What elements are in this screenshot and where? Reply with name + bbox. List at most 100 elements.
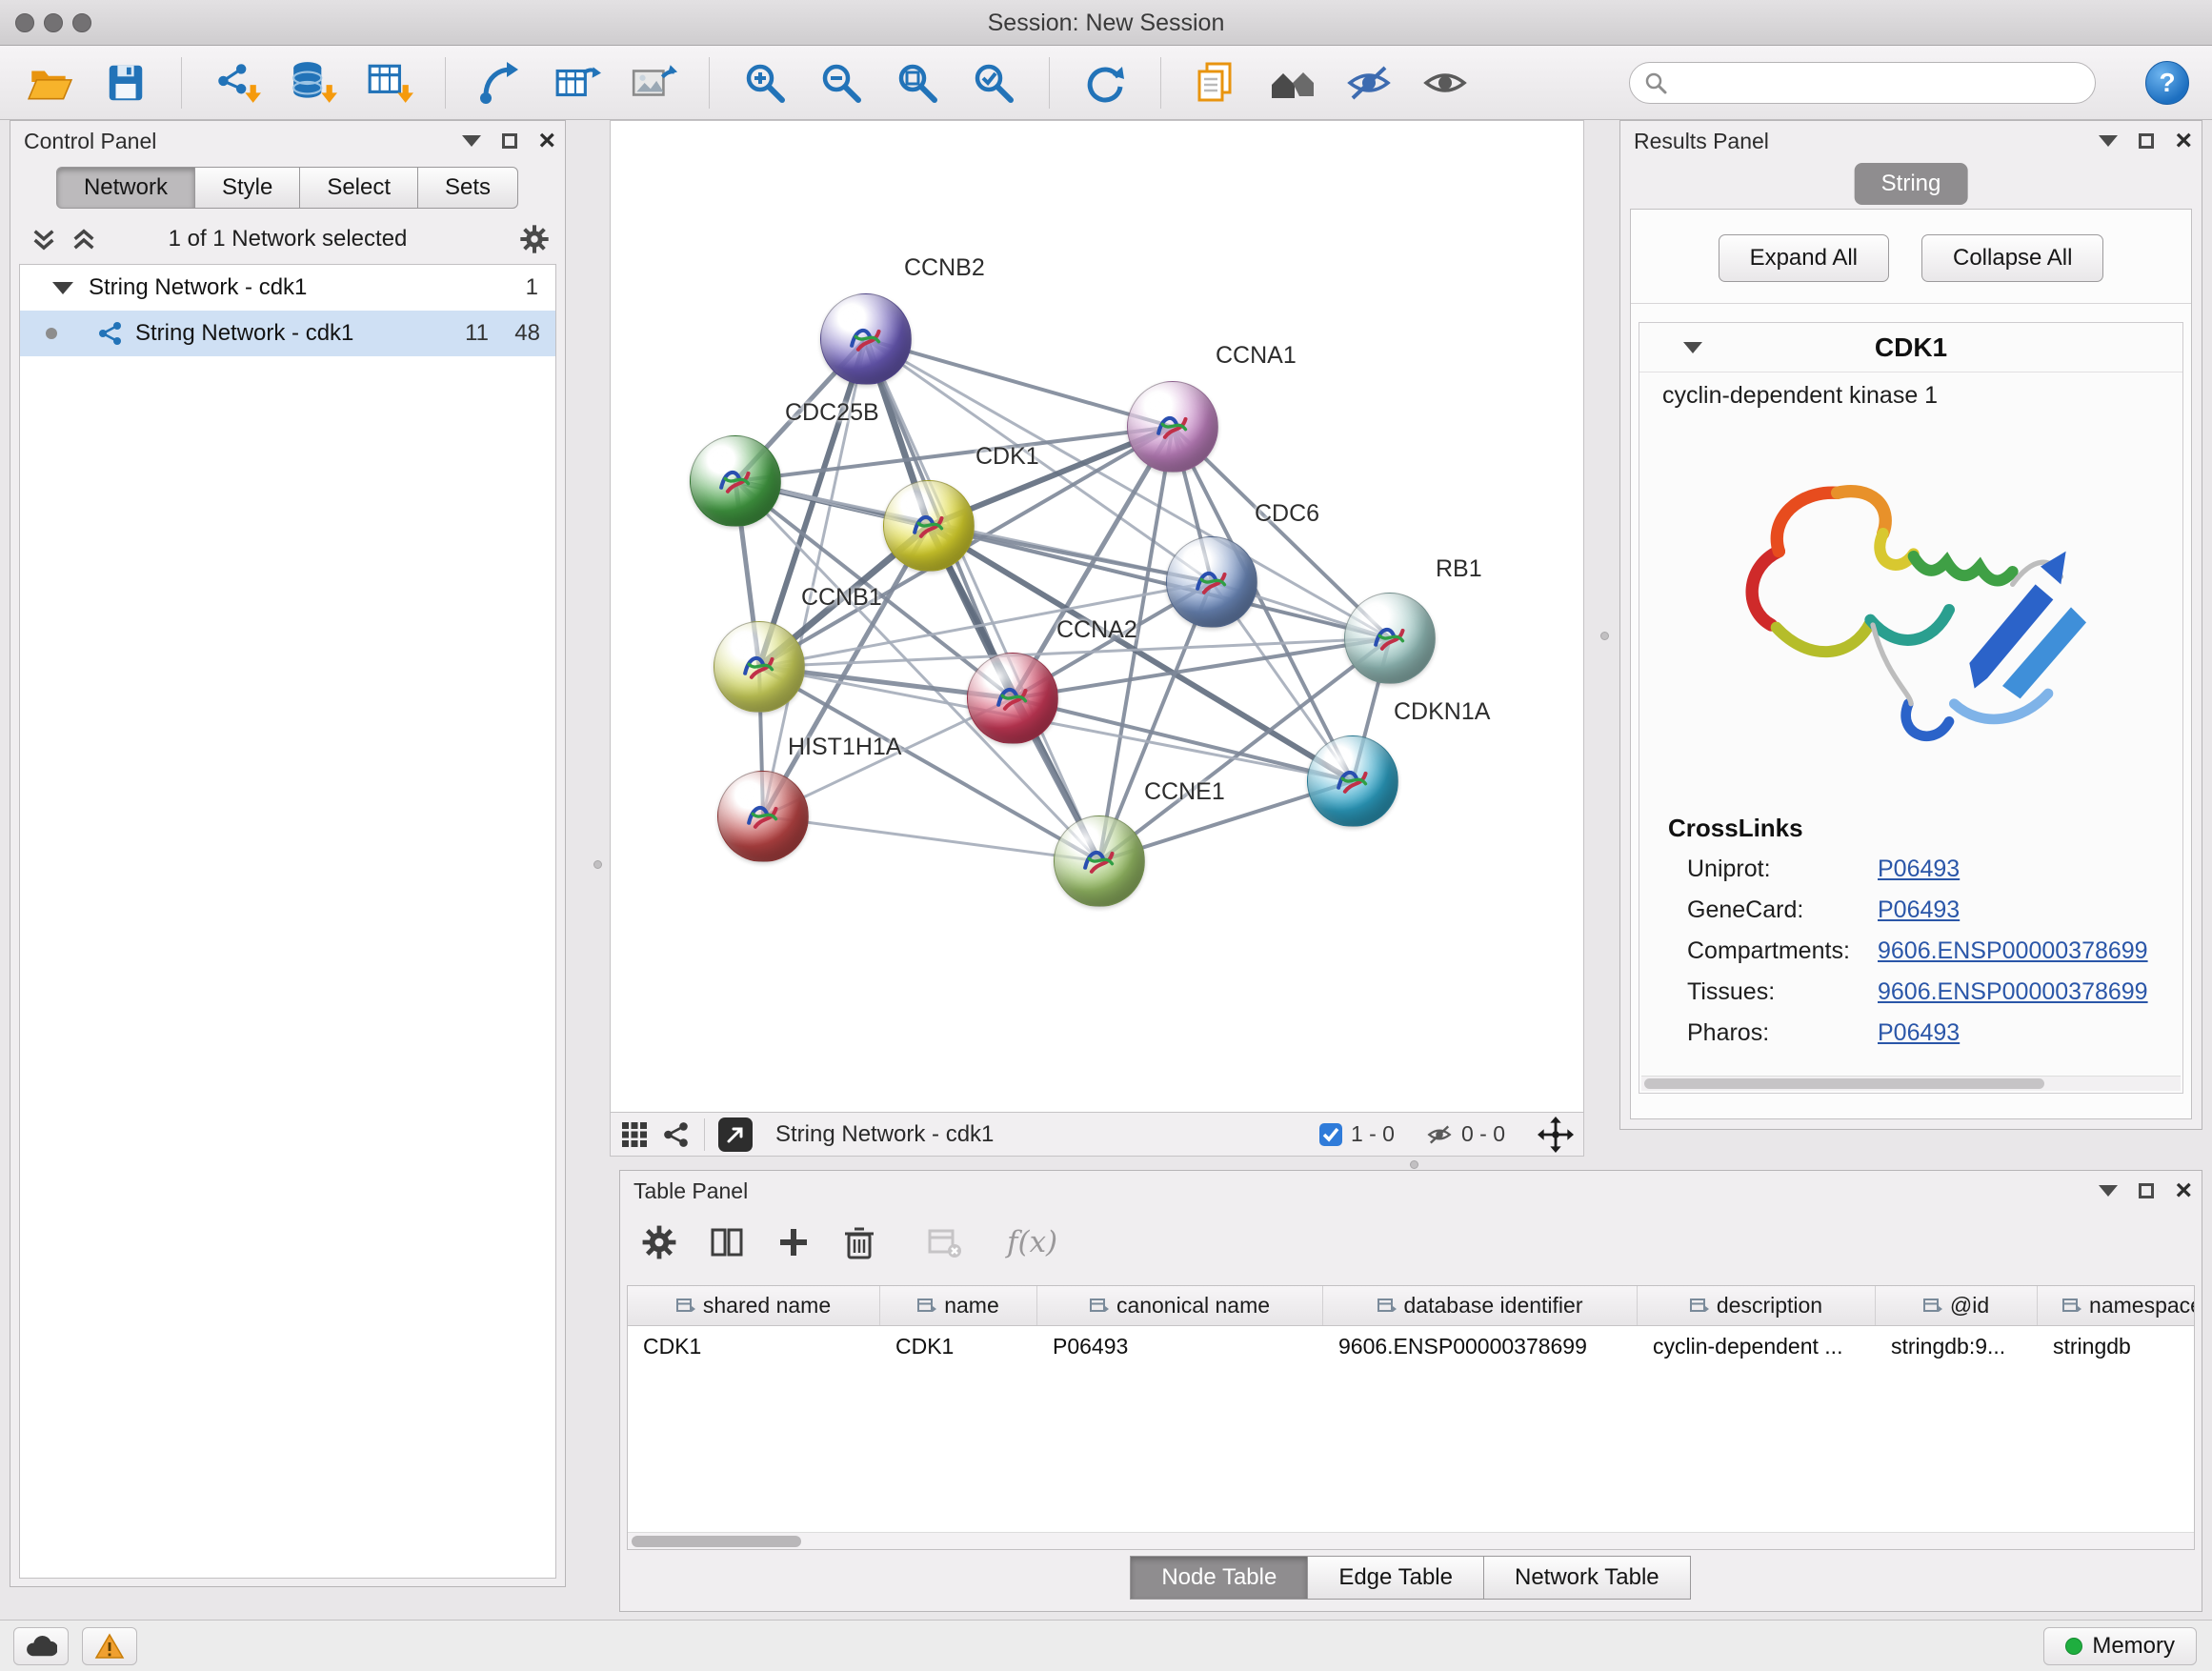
network-collection-row[interactable]: String Network - cdk1 1 xyxy=(20,265,555,311)
crosslink-link[interactable]: P06493 xyxy=(1878,896,1960,924)
network-node-rb1[interactable] xyxy=(1344,593,1436,684)
collapse-icon[interactable] xyxy=(52,282,73,294)
results-horizontal-scrollbar[interactable] xyxy=(1641,1076,2181,1091)
network-node-cdk1[interactable] xyxy=(883,480,975,572)
tab-network-table[interactable]: Network Table xyxy=(1483,1556,1691,1600)
collapse-all-button[interactable]: Collapse All xyxy=(1921,234,2103,282)
save-session-icon[interactable] xyxy=(99,56,152,110)
crosslink-link[interactable]: P06493 xyxy=(1878,1019,1960,1047)
crosslink-link[interactable]: 9606.ENSP00000378699 xyxy=(1878,978,2148,1006)
table-horizontal-scrollbar[interactable] xyxy=(628,1532,2194,1549)
search-field[interactable] xyxy=(1629,62,2096,104)
tab-edge-table[interactable]: Edge Table xyxy=(1307,1556,1484,1600)
show-columns-icon[interactable] xyxy=(710,1225,744,1259)
import-network-file-icon[interactable] xyxy=(211,56,264,110)
copy-document-icon[interactable] xyxy=(1190,56,1243,110)
tab-style[interactable]: Style xyxy=(194,167,300,209)
column-header-shared-name[interactable]: shared name xyxy=(628,1286,880,1325)
pan-crosshair-icon[interactable] xyxy=(1538,1117,1574,1153)
network-node-ccna1[interactable] xyxy=(1127,381,1218,473)
tab-network[interactable]: Network xyxy=(56,167,195,209)
export-image-icon[interactable] xyxy=(627,56,680,110)
network-node-cdc6[interactable] xyxy=(1166,536,1257,628)
search-input[interactable] xyxy=(1678,70,2081,96)
column-header-database-identifier[interactable]: database identifier xyxy=(1323,1286,1638,1325)
network-node-label: CDC25B xyxy=(785,399,879,427)
column-header-namespace[interactable]: namespace xyxy=(2038,1286,2195,1325)
new-network-icon[interactable] xyxy=(474,56,528,110)
zoom-fit-icon[interactable] xyxy=(891,56,944,110)
panel-float-icon[interactable] xyxy=(502,133,517,149)
hidden-eye-icon[interactable] xyxy=(1425,1122,1454,1147)
gear-icon[interactable] xyxy=(519,224,550,254)
crosslinks-title: CrossLinks xyxy=(1639,787,2182,849)
network-row[interactable]: String Network - cdk1 11 48 xyxy=(20,311,555,356)
open-session-icon[interactable] xyxy=(23,56,76,110)
warning-icon[interactable] xyxy=(82,1627,137,1665)
network-node-cdc25b[interactable] xyxy=(690,435,781,527)
crosslink-link[interactable]: P06493 xyxy=(1878,856,1960,883)
network-from-table-icon[interactable] xyxy=(551,56,604,110)
string-results-box: Expand All Collapse All CDK1 cyclin-depe… xyxy=(1630,209,2192,1119)
panel-close-icon[interactable]: × xyxy=(538,133,555,149)
network-node-ccne1[interactable] xyxy=(1054,815,1145,907)
grid-icon[interactable] xyxy=(620,1120,649,1149)
tab-sets[interactable]: Sets xyxy=(417,167,518,209)
table-row[interactable]: CDK1CDK1P064939606.ENSP00000378699cyclin… xyxy=(628,1326,2194,1366)
column-header-canonical-name[interactable]: canonical name xyxy=(1037,1286,1323,1325)
network-edge[interactable] xyxy=(866,339,1099,861)
delete-icon[interactable] xyxy=(843,1225,875,1259)
network-node-ccnb1[interactable] xyxy=(714,621,805,713)
network-node-cdkn1a[interactable] xyxy=(1307,735,1398,827)
panel-close-icon[interactable]: × xyxy=(2175,1183,2192,1198)
network-edge[interactable] xyxy=(763,816,1099,861)
network-row-label: String Network - cdk1 xyxy=(135,320,353,347)
memory-button[interactable]: Memory xyxy=(2043,1627,2197,1665)
zoom-out-icon[interactable] xyxy=(814,56,868,110)
expand-all-button[interactable]: Expand All xyxy=(1719,234,1889,282)
panel-float-icon[interactable] xyxy=(2139,133,2154,149)
network-edge[interactable] xyxy=(866,339,1173,427)
splitter-handle[interactable] xyxy=(593,860,602,869)
crosslink-link[interactable]: 9606.ENSP00000378699 xyxy=(1878,937,2148,965)
crosslink-row: Uniprot:P06493 xyxy=(1639,849,2182,890)
network-node-ccnb2[interactable] xyxy=(820,293,912,385)
refresh-icon[interactable] xyxy=(1078,56,1132,110)
panel-menu-icon[interactable] xyxy=(2099,1185,2118,1197)
help-icon[interactable]: ? xyxy=(2145,61,2189,105)
network-node-hist1h1a[interactable] xyxy=(717,771,809,862)
splitter-handle[interactable] xyxy=(1600,632,1609,640)
create-column-icon[interactable] xyxy=(776,1225,811,1259)
window-title: Session: New Session xyxy=(0,0,2212,46)
network-node-label: CCNB1 xyxy=(801,584,882,612)
cloud-icon[interactable] xyxy=(13,1627,69,1665)
import-network-database-icon[interactable] xyxy=(287,56,340,110)
network-node-ccna2[interactable] xyxy=(967,653,1058,744)
panel-menu-icon[interactable] xyxy=(462,135,481,147)
zoom-in-icon[interactable] xyxy=(738,56,792,110)
home-icon[interactable] xyxy=(1266,56,1319,110)
panel-menu-icon[interactable] xyxy=(2099,135,2118,147)
import-table-icon[interactable] xyxy=(363,56,416,110)
tab-string[interactable]: String xyxy=(1855,163,1968,205)
column-header-name[interactable]: name xyxy=(880,1286,1037,1325)
tab-node-table[interactable]: Node Table xyxy=(1130,1556,1308,1600)
crosslink-label: Tissues: xyxy=(1687,978,1878,1006)
tab-select[interactable]: Select xyxy=(299,167,418,209)
splitter-handle[interactable] xyxy=(1410,1160,1418,1169)
hide-eye-icon[interactable] xyxy=(1342,56,1396,110)
zoom-selected-icon[interactable] xyxy=(967,56,1020,110)
selected-check-icon[interactable] xyxy=(1318,1122,1343,1147)
panel-float-icon[interactable] xyxy=(2139,1183,2154,1198)
panel-close-icon[interactable]: × xyxy=(2175,133,2192,149)
show-eye-icon[interactable] xyxy=(1418,56,1472,110)
column-header--id[interactable]: @id xyxy=(1876,1286,2038,1325)
table-gear-icon[interactable] xyxy=(641,1224,677,1260)
column-header-description[interactable]: description xyxy=(1638,1286,1876,1325)
share-icon xyxy=(97,320,124,347)
function-builder-icon[interactable]: f(x) xyxy=(1007,1225,1057,1259)
share-icon[interactable] xyxy=(662,1120,691,1149)
open-external-icon[interactable] xyxy=(718,1117,753,1152)
network-canvas[interactable]: CCNB2CCNA1CDC25BCDK1CDC6RB1CCNB1CCNA2CDK… xyxy=(610,120,1584,1113)
table-cell: CDK1 xyxy=(880,1326,1037,1366)
